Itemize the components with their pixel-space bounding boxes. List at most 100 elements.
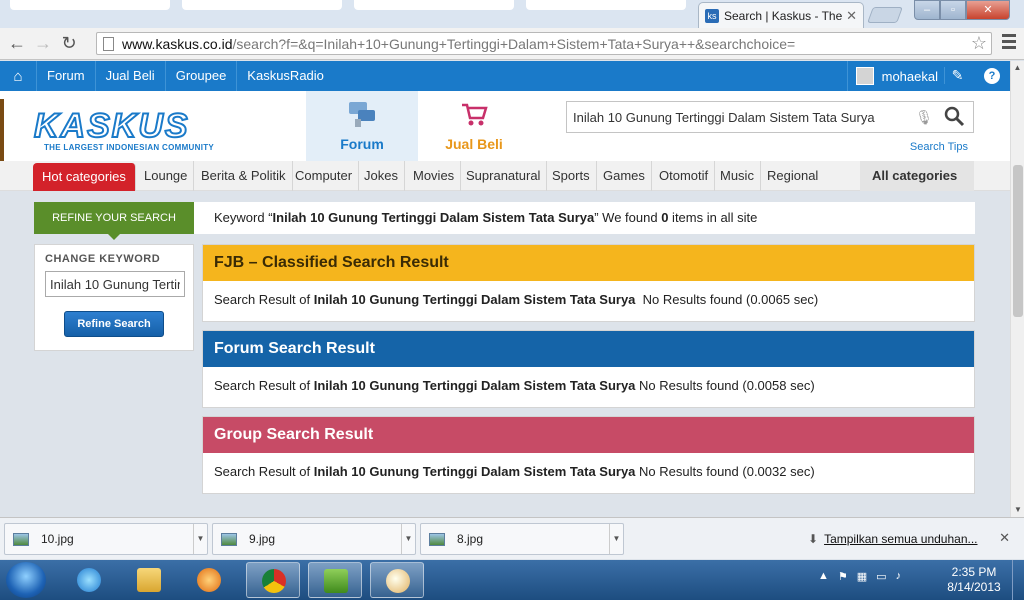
background-tab[interactable]: [182, 0, 342, 10]
taskbar-explorer[interactable]: [122, 562, 176, 598]
category-movies[interactable]: Movies: [407, 161, 462, 191]
maximize-icon[interactable]: ▫: [940, 0, 966, 20]
tab-title: Search | Kaskus - The I: [724, 8, 843, 23]
search-query: Inilah 10 Gunung Tertinggi Dalam Sistem …: [573, 109, 875, 125]
user-menu[interactable]: mohaekal: [846, 61, 938, 91]
help-icon[interactable]: ?: [984, 68, 1000, 84]
taskbar-chrome[interactable]: [246, 562, 300, 598]
result-keyword: Inilah 10 Gunung Tertinggi Dalam Sistem …: [313, 464, 636, 479]
pencil-icon[interactable]: ✎: [944, 67, 970, 84]
chevron-down-icon[interactable]: ▼: [609, 524, 623, 554]
bookmark-star-icon[interactable]: ☆: [971, 33, 987, 54]
image-file-icon: [13, 532, 29, 546]
show-all-label: Tampilkan semua unduhan...: [824, 532, 978, 546]
change-keyword-input[interactable]: [45, 271, 185, 297]
kaskus-favicon-icon: ks: [705, 8, 719, 23]
download-item[interactable]: 9.jpg ▼: [212, 523, 416, 555]
category-berita-politik[interactable]: Berita & Politik: [195, 161, 293, 191]
category-computer[interactable]: Computer: [289, 161, 360, 191]
active-tab[interactable]: ks Search | Kaskus - The I ✕: [698, 2, 864, 28]
chevron-down-icon[interactable]: ▼: [193, 524, 207, 554]
tray-display-icon[interactable]: ▭: [876, 570, 886, 583]
tray-network-icon[interactable]: ▦: [857, 570, 867, 583]
change-keyword-box: CHANGE KEYWORD Refine Search: [34, 244, 194, 351]
category-regional[interactable]: Regional: [761, 161, 824, 191]
background-tab[interactable]: [10, 0, 170, 10]
chrome-icon: [262, 569, 286, 593]
background-tab[interactable]: [526, 0, 686, 10]
tab-close-icon[interactable]: ✕: [846, 8, 857, 24]
show-all-downloads-link[interactable]: ⬇ Tampilkan semua unduhan...: [808, 532, 978, 546]
scroll-up-icon[interactable]: ▲: [1011, 61, 1024, 75]
category-otomotif[interactable]: Otomotif: [653, 161, 716, 191]
username: mohaekal: [881, 68, 938, 84]
category-sports[interactable]: Sports: [546, 161, 597, 191]
page-scrollbar[interactable]: ▲ ▼: [1010, 61, 1024, 517]
taskbar-clock[interactable]: 2:35 PM 8/14/2013: [944, 565, 1004, 595]
system-tray: ▲ ⚑ ▦ ▭ ♪: [818, 570, 901, 583]
back-arrow-icon[interactable]: ←: [4, 33, 30, 54]
forward-arrow-icon[interactable]: →: [30, 33, 56, 54]
kaskus-top-nav: ⌂ Forum Jual Beli Groupee KaskusRadio mo…: [0, 61, 1010, 91]
header-tab-jual-beli[interactable]: Jual Beli: [418, 91, 530, 161]
url-path: /search?f=&q=Inilah+10+Gunung+Tertinggi+…: [232, 35, 796, 52]
hot-categories-tab[interactable]: Hot categories: [33, 163, 136, 191]
forum-result-status: No Results found (0.0058 sec): [639, 378, 815, 393]
search-tips-link[interactable]: Search Tips: [910, 141, 968, 153]
reload-icon[interactable]: ↻: [56, 33, 82, 54]
download-item[interactable]: 10.jpg ▼: [4, 523, 208, 555]
home-icon[interactable]: ⌂: [0, 68, 36, 85]
clock-date: 8/14/2013: [947, 580, 1001, 594]
scrollbar-thumb[interactable]: [1013, 165, 1023, 317]
taskbar-ie[interactable]: [62, 562, 116, 598]
nav-forum[interactable]: Forum: [36, 61, 95, 91]
chevron-down-icon[interactable]: ▼: [401, 524, 415, 554]
header-tab-forum[interactable]: Forum: [306, 91, 418, 161]
refine-search-header: REFINE YOUR SEARCH: [34, 202, 194, 240]
all-categories-dropdown[interactable]: All categories ▼: [860, 161, 974, 212]
category-jokes[interactable]: Jokes: [358, 161, 405, 191]
nav-jual-beli[interactable]: Jual Beli: [94, 61, 165, 91]
logo-tagline: THE LARGEST INDONESIAN COMMUNITY: [44, 143, 215, 152]
new-tab-button[interactable]: [867, 7, 903, 23]
esia-app-icon: [324, 569, 348, 593]
background-tab[interactable]: [354, 0, 514, 10]
jual-beli-tab-label: Jual Beli: [445, 136, 503, 152]
tray-volume-icon[interactable]: ♪: [896, 570, 902, 583]
windows-taskbar: ▲ ⚑ ▦ ▭ ♪ 2:35 PM 8/14/2013: [0, 560, 1024, 600]
taskbar-esia[interactable]: [308, 562, 362, 598]
tray-flag-icon[interactable]: ⚑: [838, 570, 848, 583]
result-keyword: Inilah 10 Gunung Tertinggi Dalam Sistem …: [313, 378, 636, 393]
forum-chat-icon: [349, 102, 375, 127]
show-desktop-button[interactable]: [1012, 560, 1024, 600]
internet-explorer-icon: [77, 568, 101, 592]
result-keyword: Inilah 10 Gunung Tertinggi Dalam Sistem …: [313, 292, 636, 307]
scroll-down-icon[interactable]: ▼: [1011, 503, 1024, 517]
forum-result-title: Forum Search Result: [203, 331, 974, 367]
minimize-icon[interactable]: –: [914, 0, 940, 20]
refine-search-button[interactable]: Refine Search: [64, 311, 164, 337]
chrome-menu-icon[interactable]: [1002, 34, 1016, 52]
category-music[interactable]: Music: [714, 161, 761, 191]
category-lounge[interactable]: Lounge: [138, 161, 195, 191]
close-downloads-icon[interactable]: ✕: [999, 530, 1010, 546]
site-search-input[interactable]: Inilah 10 Gunung Tertinggi Dalam Sistem …: [566, 101, 974, 133]
kaskus-logo[interactable]: KASKUS THE LARGEST INDONESIAN COMMUNITY: [33, 108, 215, 152]
result-prefix: Search Result of: [214, 464, 314, 479]
search-icon[interactable]: [943, 105, 965, 127]
nav-groupee[interactable]: Groupee: [164, 61, 237, 91]
download-item[interactable]: 8.jpg ▼: [420, 523, 624, 555]
nav-kaskusradio[interactable]: KaskusRadio: [236, 61, 334, 91]
forum-tab-label: Forum: [340, 136, 384, 152]
tray-expand-icon[interactable]: ▲: [818, 570, 829, 583]
change-keyword-label: CHANGE KEYWORD: [45, 253, 161, 265]
category-supranatural[interactable]: Supranatural: [460, 161, 548, 191]
start-button-icon[interactable]: [6, 562, 46, 598]
page-icon: [103, 36, 114, 51]
microphone-icon[interactable]: 🎙: [915, 109, 933, 126]
address-bar[interactable]: www.kaskus.co.id /search?f=&q=Inilah+10+…: [96, 32, 992, 55]
taskbar-paint[interactable]: [370, 562, 424, 598]
taskbar-media-player[interactable]: [182, 562, 236, 598]
category-games[interactable]: Games: [597, 161, 652, 191]
close-window-icon[interactable]: ✕: [966, 0, 1010, 20]
